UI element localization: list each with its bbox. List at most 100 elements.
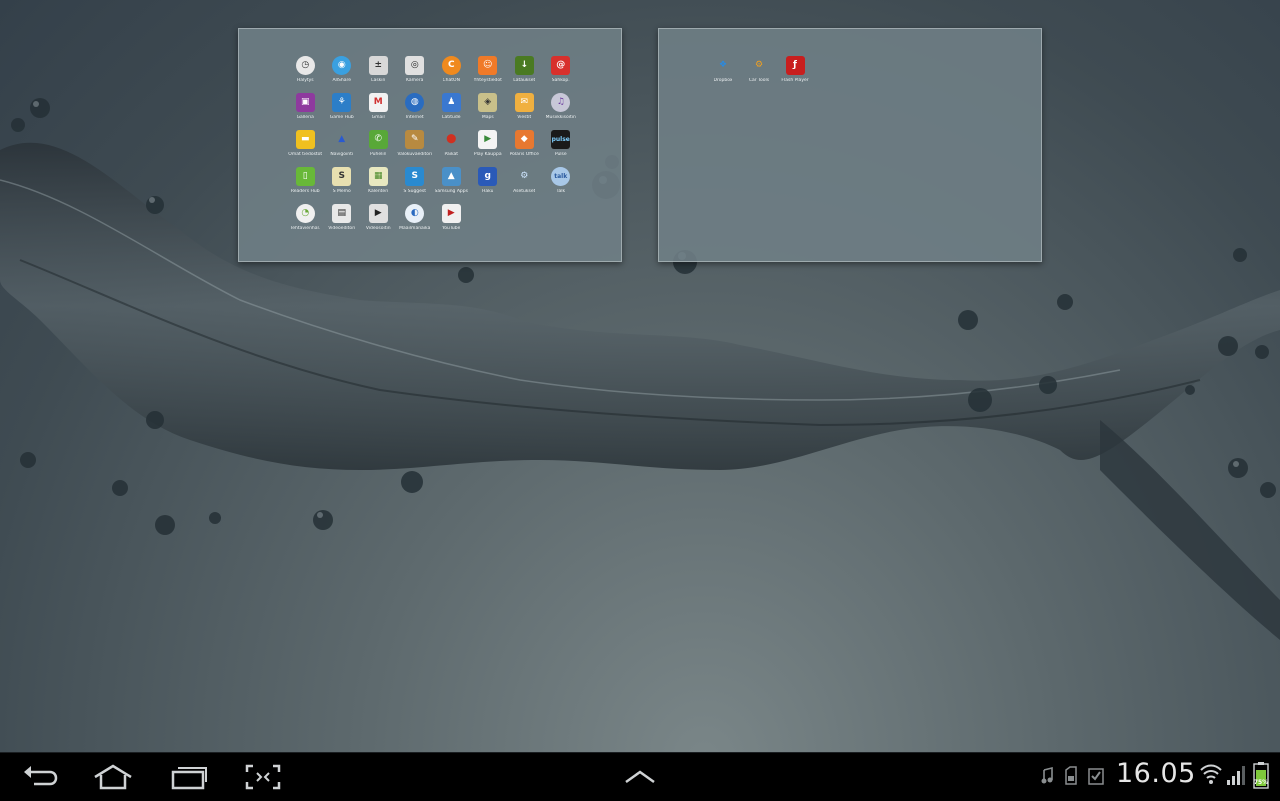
app-label: Hälytys [296,78,314,83]
app-dropbox[interactable]: ❖ Dropbox [705,56,741,93]
youtube-icon: ▶ [441,204,461,223]
app-car-tools[interactable]: ⚙ Car Tools [741,56,777,93]
app-label: Play Kauppa [473,152,502,157]
app-navigointi[interactable]: ▲ Navigointi [324,130,361,167]
app-s-suggest[interactable]: S S Suggest [397,167,434,204]
calculator-icon: ± [368,56,388,75]
app-label: S Memo [332,189,351,194]
app-label: ChatON [442,78,460,83]
battery-indicator[interactable]: 75% [1252,762,1270,790]
app-yhteystiedot[interactable]: ☺ Yhteystiedot [470,56,507,93]
app-label: Game Hub [329,115,354,120]
task-done-icon[interactable] [1088,766,1104,786]
app-puhelin[interactable]: ✆ Puhelin [360,130,397,167]
navigation-icon: ▲ [338,134,346,144]
app-label: Videoeditori [328,226,356,231]
internet-globe-icon: ◍ [405,93,425,112]
app-pulse[interactable]: pulse Pulse [543,130,580,167]
downloads-icon: ↓ [514,56,534,75]
battery-percent: 75% [1253,779,1269,786]
app-chaton[interactable]: C ChatON [433,56,470,93]
allshare-icon: ◉ [332,56,352,75]
app-samsung-apps[interactable]: ▲ Samsung Apps [433,167,470,204]
app-tehtävienhal[interactable]: ◔ Tehtävienhal. [287,204,324,241]
flash-player-icon: ƒ [785,56,805,75]
app-galleria[interactable]: ▣ Galleria [287,93,324,130]
pulse-icon: pulse [551,130,571,149]
home-screen-panel-1[interactable]: ◷ Hälytys ◉ AllShare ± Laskin ◎ Kamera C ChatON ☺ Y… [238,28,622,262]
music-note-icon[interactable] [1040,766,1054,786]
settings-gear-icon: ⚙ [520,171,529,181]
dropbox-icon: ❖ [718,60,728,70]
app-play-kauppa[interactable]: ▶ Play Kauppa [470,130,507,167]
status-clock[interactable]: 16.05 [1116,758,1196,789]
world-clock-icon: ◐ [405,204,425,223]
car-tools-gear-icon: ⚙ [754,60,764,70]
back-arrow-icon [24,766,58,786]
app-maps[interactable]: ◈ Maps [470,93,507,130]
app-icon-grid: ❖ Dropbox ⚙ Car Tools ƒ Flash Player [705,56,993,93]
app-s-memo[interactable]: S S Memo [324,167,361,204]
recent-apps-icon [171,767,207,790]
app-label: Puhelin [370,152,387,157]
app-label: Gmail [371,115,385,120]
app-label: Asetukset [513,189,536,194]
clock-icon: ◷ [295,56,315,75]
app-hälytys[interactable]: ◷ Hälytys [287,56,324,93]
latitude-icon: ♟ [441,93,461,112]
app-allshare[interactable]: ◉ AllShare [324,56,361,93]
app-game-hub[interactable]: ⚘ Game Hub [324,93,361,130]
app-musiikkisoitin[interactable]: ♫ Musiikkisoitin [543,93,580,130]
home-button[interactable] [92,761,134,793]
app-label: Samsung Apps [434,189,468,194]
calendar-icon: ▦ [368,167,388,186]
app-viestit[interactable]: ✉ Viestit [506,93,543,130]
email-icon: @ [551,56,571,75]
app-label: Paikat [444,152,459,157]
app-videosoitin[interactable]: ▶ Videosoitin [360,204,397,241]
app-laskin[interactable]: ± Laskin [360,56,397,93]
app-label: Videosoitin [365,226,391,231]
app-latitude[interactable]: ♟ Latitude [433,93,470,130]
app-label: Internet [405,115,424,120]
app-label: Kalenteri [368,189,389,194]
mini-app-tray-button[interactable] [622,761,658,793]
app-readers-hub[interactable]: ▯ Readers Hub [287,167,324,204]
app-sähköp[interactable]: @ Sähköp. [543,56,580,93]
app-label: Navigointi [330,152,354,157]
app-lataukset[interactable]: ↓ Lataukset [506,56,543,93]
app-flash-player[interactable]: ƒ Flash Player [777,56,813,93]
app-talk[interactable]: talk Talk [543,167,580,204]
music-player-icon: ♫ [551,93,571,112]
app-label: Pulse [554,152,567,157]
app-internet[interactable]: ◍ Internet [397,93,434,130]
screenshot-button[interactable] [245,761,281,793]
app-maailmanaika[interactable]: ◐ Maailmanaika [397,204,434,241]
app-label: Laskin [371,78,386,83]
app-kamera[interactable]: ◎ Kamera [397,56,434,93]
recent-apps-button[interactable] [170,761,208,793]
wifi-signal-icon[interactable] [1199,762,1223,786]
app-omat-tiedostot[interactable]: ▬ Omat tiedostot [287,130,324,167]
app-polaris-office[interactable]: ◆ Polaris Office [506,130,543,167]
talk-icon: talk [551,167,571,186]
back-button[interactable] [22,761,58,793]
app-youtube[interactable]: ▶ YouTube [433,204,470,241]
app-valokuvaeditori[interactable]: ✎ Valokuvaeditori [397,130,434,167]
cellular-signal-icon[interactable] [1226,764,1246,786]
app-label: Talk [556,189,566,194]
app-kalenteri[interactable]: ▦ Kalenteri [360,167,397,204]
app-videoeditori[interactable]: ▤ Videoeditori [324,204,361,241]
google-search-icon: g [478,167,498,186]
app-asetukset[interactable]: ⚙ Asetukset [506,167,543,204]
maps-icon: ◈ [478,93,498,112]
app-gmail[interactable]: M Gmail [360,93,397,130]
sd-card-icon[interactable] [1064,766,1078,786]
home-screen-panel-2[interactable]: ❖ Dropbox ⚙ Car Tools ƒ Flash Player [658,28,1042,262]
app-label: Car Tools [748,78,770,83]
app-label: Viestit [517,115,532,120]
messages-icon: ✉ [514,93,534,112]
app-haku[interactable]: g Haku [470,167,507,204]
app-label: AllShare [332,78,352,83]
app-paikat[interactable]: ⬤ Paikat [433,130,470,167]
